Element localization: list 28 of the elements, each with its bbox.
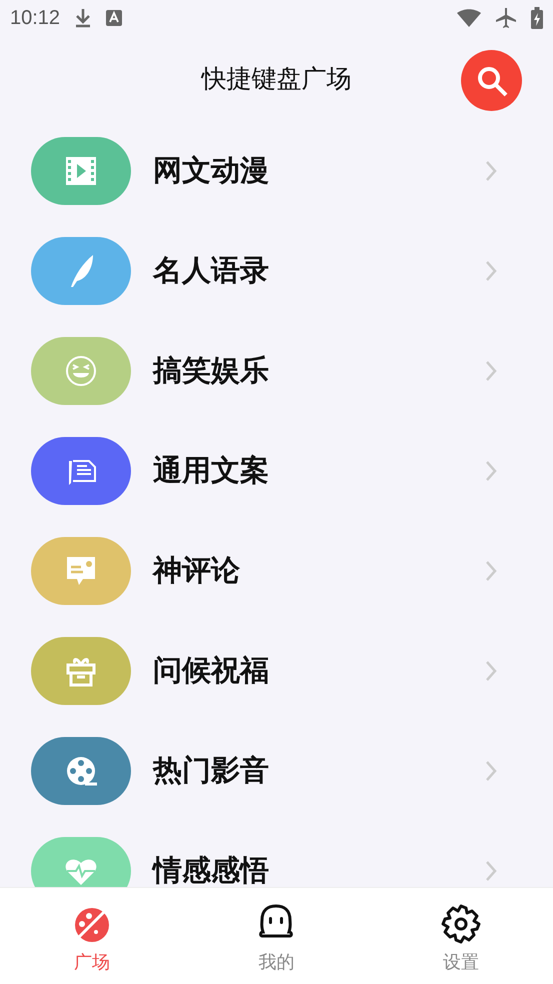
category-label[interactable]: 热门影音 xyxy=(153,751,485,791)
category-label[interactable]: 搞笑娱乐 xyxy=(153,351,485,391)
chevron-right-icon xyxy=(485,560,497,582)
nav-tab[interactable]: 广场 xyxy=(0,888,184,984)
chevron-right-icon xyxy=(485,660,497,682)
settings-icon xyxy=(438,902,483,946)
category-label[interactable]: 神评论 xyxy=(153,551,485,591)
chevron-right-icon xyxy=(485,260,497,282)
wifi-icon xyxy=(457,9,481,27)
category-label[interactable]: 通用文案 xyxy=(153,451,485,491)
chevron-right-icon xyxy=(485,360,497,382)
status-time: 10:12 xyxy=(10,6,60,30)
battery-icon xyxy=(531,7,543,29)
nav-tab[interactable]: 我的 xyxy=(184,888,369,984)
laughing-face-icon xyxy=(63,353,99,389)
chevron-right-icon xyxy=(485,760,497,782)
chevron-right-icon xyxy=(485,460,497,482)
category-label[interactable]: 情感感悟 xyxy=(153,851,485,887)
keyboard-app-icon xyxy=(106,10,122,26)
chevron-right-icon xyxy=(485,160,497,182)
page-title: 快捷键盘广场 xyxy=(202,63,352,95)
download-icon xyxy=(74,8,92,28)
category-label[interactable]: 名人语录 xyxy=(153,251,485,291)
category-label[interactable]: 网文动漫 xyxy=(153,151,485,191)
airplane-icon xyxy=(495,7,517,29)
nav-tab[interactable]: 设置 xyxy=(368,888,553,984)
category-label[interactable]: 问候祝福 xyxy=(153,651,485,691)
chevron-right-icon xyxy=(485,860,497,882)
